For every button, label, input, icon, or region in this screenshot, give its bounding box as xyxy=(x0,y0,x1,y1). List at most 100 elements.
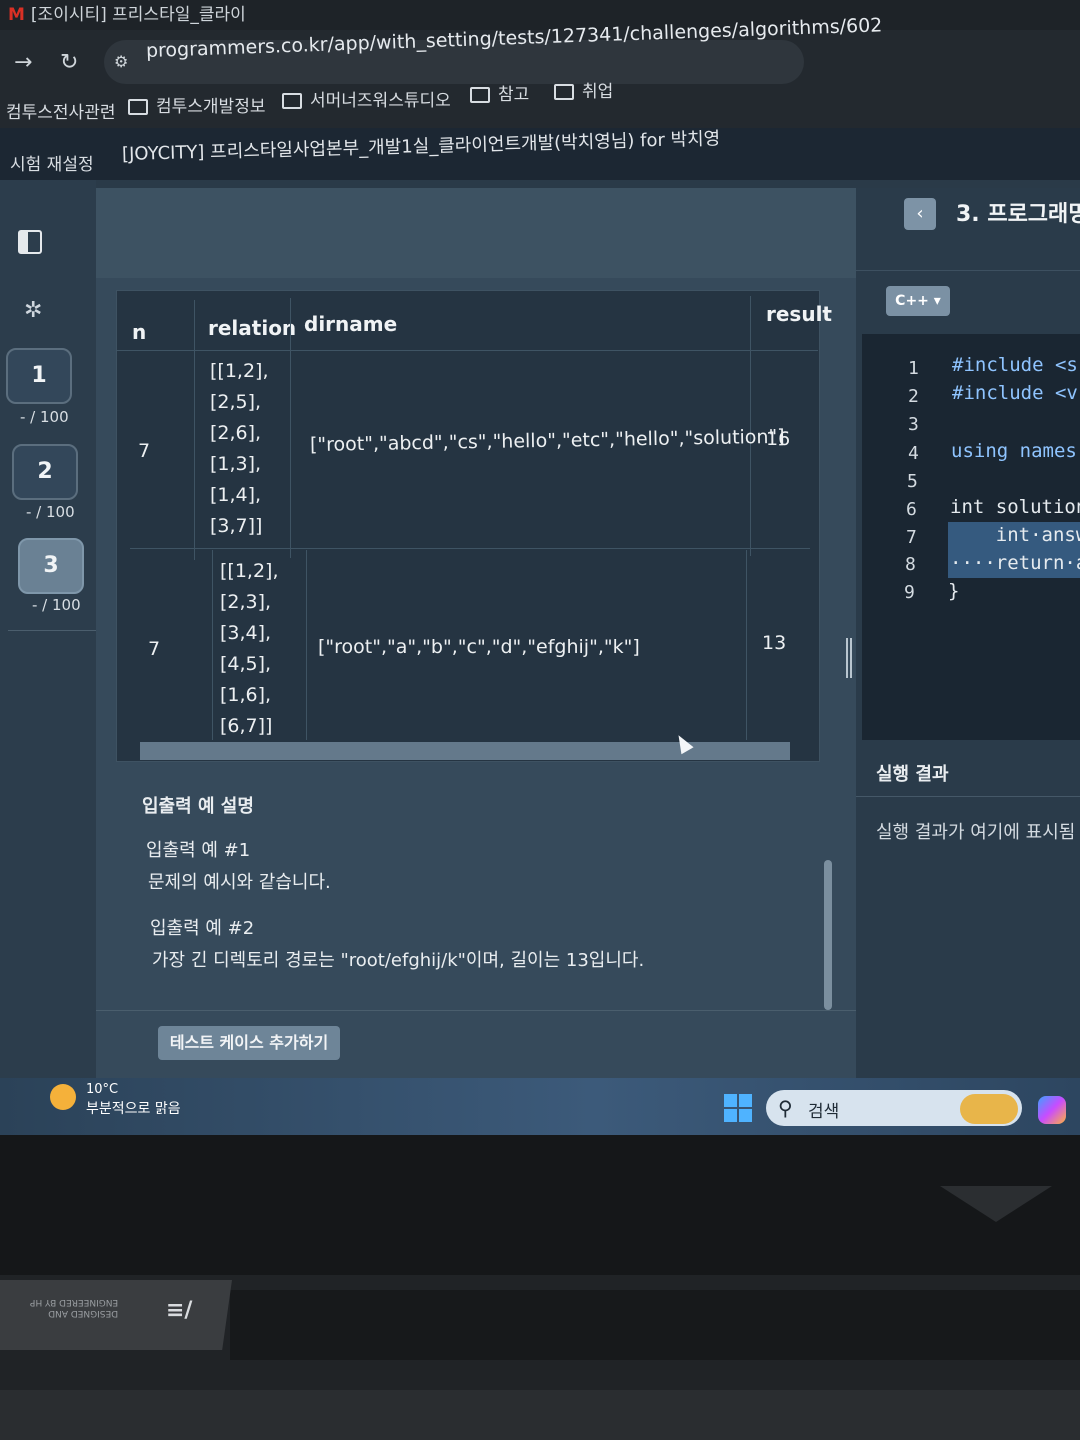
column-header-result: result xyxy=(766,302,832,326)
relation-line: [[1,2], xyxy=(220,560,279,582)
bookmark-folder[interactable]: 컴투스개발정보 xyxy=(128,92,265,117)
site-settings-icon[interactable]: ⚙ xyxy=(114,52,128,71)
relation-line: [2,6], xyxy=(210,422,262,444)
column-header-dirname: dirname xyxy=(304,312,398,336)
line-number: 4 xyxy=(908,443,919,464)
relation-line: [3,4], xyxy=(220,622,272,644)
windows-start-icon[interactable] xyxy=(724,1094,752,1122)
language-label: C++ xyxy=(895,293,929,309)
code-line: } xyxy=(948,580,960,602)
bookmark-item[interactable]: 컴투스전사관련 xyxy=(6,98,115,123)
forward-arrow-icon[interactable]: → xyxy=(14,50,32,75)
copilot-icon[interactable] xyxy=(1038,1096,1066,1124)
gmail-icon: M xyxy=(8,5,25,25)
code-line: using names xyxy=(951,440,1077,462)
code-line: ····return·a xyxy=(950,552,1080,574)
divider xyxy=(856,796,1080,797)
bookmark-folder[interactable]: 취업 xyxy=(554,77,613,102)
question-3-button[interactable]: 3 xyxy=(18,538,84,594)
folder-icon xyxy=(282,93,302,109)
bookmark-label: 컴투스개발정보 xyxy=(156,97,266,117)
example-2-title: 입출력 예 #2 xyxy=(150,918,255,939)
example-1-text: 문제의 예시와 같습니다. xyxy=(148,872,331,893)
line-number: 2 xyxy=(908,386,919,407)
bookmark-folder[interactable]: 참고 xyxy=(470,80,529,105)
relation-line: [1,4], xyxy=(210,484,262,506)
bookmark-folder[interactable]: 서머너즈워스튜디오 xyxy=(282,86,451,111)
reload-icon[interactable]: ↻ xyxy=(60,50,78,75)
table-cell-dirname: ["root","a","b","c","d","efghij","k"] xyxy=(318,636,640,658)
tab-title: [조이시티] 프리스타일_클라이 xyxy=(30,5,246,25)
line-number: 6 xyxy=(906,499,917,520)
add-test-case-button[interactable]: 테스트 케이스 추가하기 xyxy=(158,1026,340,1060)
divider xyxy=(96,1010,856,1011)
run-result-placeholder: 실행 결과가 여기에 표시됨 xyxy=(876,822,1076,843)
question-2-button[interactable]: 2 xyxy=(12,444,78,500)
example-1-title: 입출력 예 #1 xyxy=(146,840,251,861)
laptop-bezel xyxy=(0,1135,1080,1275)
pane-resize-handle[interactable] xyxy=(846,638,852,678)
weather-temperature[interactable]: 10°C xyxy=(86,1082,118,1097)
chevron-down-icon: ▾ xyxy=(933,293,941,309)
example-2-text: 가장 긴 디렉토리 경로는 "root/efghij/k"이며, 길이는 13입… xyxy=(152,950,645,971)
column-divider xyxy=(194,300,195,560)
search-label: 검색 xyxy=(808,1102,840,1122)
relation-line: [[1,2], xyxy=(210,360,269,382)
table-cell-n: 7 xyxy=(138,440,151,462)
relation-line: [6,7]] xyxy=(220,715,273,737)
weather-description[interactable]: 부분적으로 맑음 xyxy=(86,1098,181,1118)
line-number: 8 xyxy=(905,554,916,575)
pane-top-band xyxy=(96,188,856,278)
bookmark-label: 취업 xyxy=(582,82,614,102)
sticker-text-line: ENGINEERED BY HP xyxy=(30,1297,119,1307)
column-header-n: n xyxy=(132,320,147,344)
laptop-keyboard-edge xyxy=(0,1390,1080,1440)
folder-icon xyxy=(554,84,574,100)
table-cell-relation: [[1,2], [2,3], [3,4], [4,5], [1,6], [6,7… xyxy=(220,556,279,742)
laptop-screen: M [조이시티] 프리스타일_클라이 → ↻ ⚙ programmers.co.k… xyxy=(0,0,1080,1135)
bookmark-label: 컴투스전사관련 xyxy=(6,103,116,123)
search-highlight-icon[interactable] xyxy=(960,1094,1018,1124)
relation-line: [1,6], xyxy=(220,684,272,706)
folder-icon xyxy=(470,87,490,103)
relation-line: [1,3], xyxy=(210,453,262,475)
table-cell-n: 7 xyxy=(148,638,161,660)
line-number: 3 xyxy=(908,414,919,435)
question-3-score: - / 100 xyxy=(32,596,81,614)
language-select[interactable]: C++ ▾ xyxy=(886,286,950,316)
line-number: 1 xyxy=(908,358,919,379)
divider xyxy=(8,630,96,631)
brand-logo-icon: ≡/ xyxy=(166,1298,193,1323)
relation-line: [3,7]] xyxy=(210,515,263,537)
ai-assistant-icon[interactable]: ✲ xyxy=(24,298,42,323)
table-row-divider xyxy=(116,350,818,351)
line-number: 5 xyxy=(907,471,918,492)
laptop-hinge xyxy=(230,1290,1080,1360)
table-cell-result: 13 xyxy=(762,632,787,654)
collapse-panel-button[interactable]: ‹ xyxy=(904,198,936,230)
column-divider xyxy=(746,550,747,740)
column-divider xyxy=(290,298,291,558)
code-line: #include <s xyxy=(952,354,1078,376)
description-scrollbar[interactable] xyxy=(824,860,832,1010)
sticker-text: DESIGNED AND ENGINEERED BY HP xyxy=(30,1296,118,1318)
sidebar-toggle-icon[interactable] xyxy=(18,230,42,254)
question-1-button[interactable]: 1 xyxy=(6,348,72,404)
column-divider xyxy=(306,550,307,740)
code-line: #include <v xyxy=(952,382,1078,404)
divider xyxy=(856,270,1080,271)
table-cell-relation: [[1,2], [2,5], [2,6], [1,3], [1,4], [3,7… xyxy=(210,356,269,542)
relation-line: [4,5], xyxy=(220,653,272,675)
reset-settings-link[interactable]: 시험 재설정 xyxy=(10,150,94,175)
relation-line: [2,3], xyxy=(220,591,272,613)
sticker-text-line: DESIGNED AND xyxy=(48,1308,119,1318)
line-number: 7 xyxy=(906,527,917,548)
table-cell-result: 16 xyxy=(766,428,791,450)
weather-icon[interactable] xyxy=(50,1084,76,1110)
bookmark-label: 서머너즈워스튜디오 xyxy=(310,91,451,111)
code-line: int solution xyxy=(950,496,1080,518)
laptop-brand-logo-icon xyxy=(940,1186,1052,1222)
browser-tab[interactable]: M [조이시티] 프리스타일_클라이 xyxy=(8,0,246,25)
question-2-score: - / 100 xyxy=(26,503,75,521)
relation-line: [2,5], xyxy=(210,391,262,413)
